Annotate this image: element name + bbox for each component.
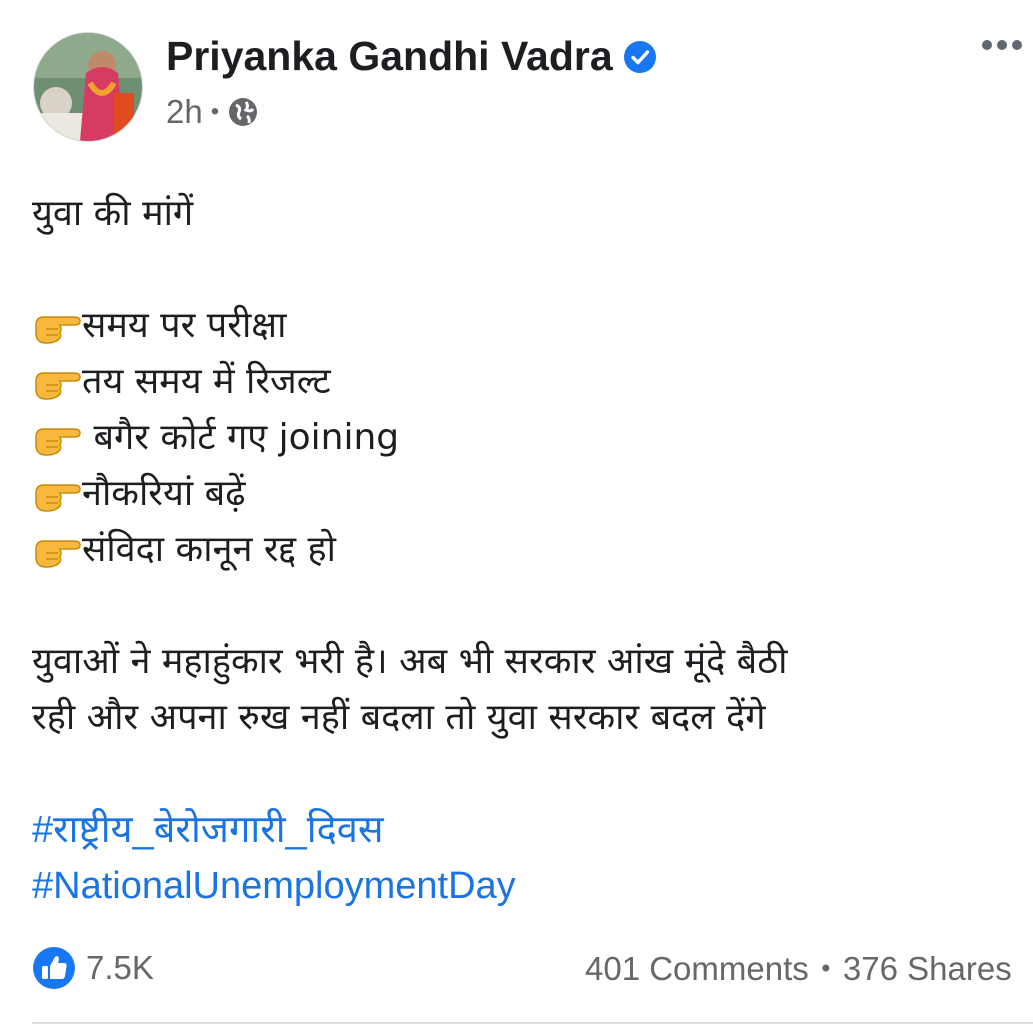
pointing-hand-icon (35, 372, 81, 400)
demand-item: संविदा कानून रद्द हो (32, 522, 992, 578)
demand-text: समय पर परीक्षा (82, 305, 287, 346)
post-meta: 2h • (166, 93, 259, 131)
like-icon (33, 947, 75, 989)
post-title: युवा की मांगें (32, 193, 194, 234)
pointing-hand-icon (35, 428, 81, 456)
meta-separator: • (210, 98, 220, 125)
comments-count[interactable]: 401 Comments (585, 950, 809, 988)
more-dot (997, 40, 1007, 50)
demand-text: तय समय में रिजल्ट (82, 361, 331, 402)
pointing-hand-icon (35, 540, 81, 568)
demand-text: संविदा कानून रद्द हो (82, 529, 336, 570)
demand-item: तय समय में रिजल्ट (32, 354, 992, 410)
post-stats: 401 Comments • 376 Shares (585, 950, 1012, 988)
more-dot (982, 40, 992, 50)
pointing-hand-icon (35, 484, 81, 512)
pointing-hand-icon (35, 316, 81, 344)
verified-badge-icon (623, 40, 656, 73)
like-count: 7.5K (86, 949, 154, 986)
author-avatar[interactable] (33, 32, 143, 142)
shares-count[interactable]: 376 Shares (843, 950, 1012, 988)
engagement-bar: 7.5K 401 Comments • 376 Shares (32, 946, 1033, 994)
post-timestamp[interactable]: 2h (166, 93, 203, 131)
more-options-button[interactable] (982, 40, 1022, 50)
demand-item: समय पर परीक्षा (32, 298, 992, 354)
author-name[interactable]: Priyanka Gandhi Vadra (166, 33, 613, 80)
stats-separator: • (818, 955, 833, 983)
demand-text: नौकरियां बढ़ें (82, 473, 246, 514)
footer-divider (32, 1022, 1033, 1024)
post-body-line: रही और अपना रुख नहीं बदला तो युवा सरकार … (32, 697, 766, 738)
reactions-summary[interactable]: 7.5K (32, 946, 154, 990)
hashtag-link[interactable]: #राष्ट्रीय_बेरोजगारी_दिवस (32, 802, 992, 858)
more-dot (1012, 40, 1022, 50)
post-body: युवा की मांगें समय पर परीक्षा तय समय में… (32, 186, 992, 914)
globe-icon (229, 98, 258, 126)
demand-text: बगैर कोर्ट गए joining (82, 417, 400, 458)
post-header: Priyanka Gandhi Vadra (166, 33, 657, 80)
hashtag-link[interactable]: #NationalUnemploymentDay (32, 858, 992, 914)
hashtag-list: #राष्ट्रीय_बेरोजगारी_दिवस #NationalUnemp… (32, 802, 992, 914)
avatar-photo (34, 33, 142, 141)
post-body-line: युवाओं ने महाहुंकार भरी है। अब भी सरकार … (32, 641, 788, 682)
demand-item: बगैर कोर्ट गए joining (32, 410, 992, 466)
demand-item: नौकरियां बढ़ें (32, 466, 992, 522)
